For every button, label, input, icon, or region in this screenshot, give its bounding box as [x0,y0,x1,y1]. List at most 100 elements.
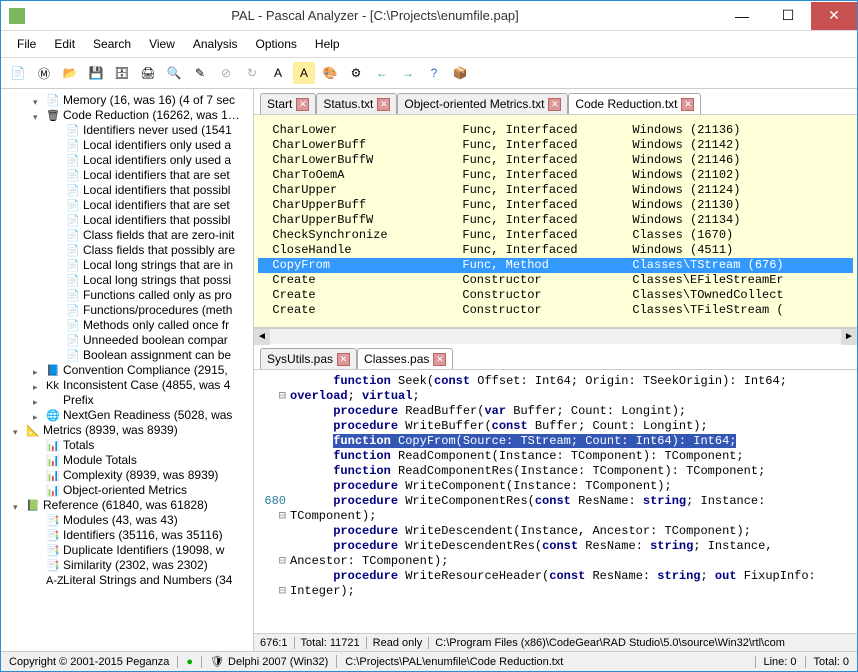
tree-item[interactable]: 📄Local identifiers that possibl [3,183,251,198]
tree-item[interactable]: ▸Prefix [3,393,251,408]
tree-item[interactable]: 📄Local identifiers only used a [3,153,251,168]
report-line[interactable]: CharUpperBuffWFunc, InterfacedWindows (2… [258,213,853,228]
app-icon [9,8,25,24]
tree-item[interactable]: 📄Boolean assignment can be [3,348,251,363]
tree-item[interactable]: ▾📄Memory (16, was 16) (4 of 7 sec [3,93,251,108]
saveall-icon[interactable]: 🗄 [111,62,133,84]
report-line[interactable]: CreateConstructorClasses\TOwnedCollect [258,288,853,303]
tab-close-icon[interactable]: ✕ [681,98,694,111]
tab-close-icon[interactable]: ✕ [296,98,309,111]
status-line: Line: 0 [756,656,806,668]
report-line[interactable]: CreateConstructorClasses\EFileStreamEr [258,273,853,288]
tree-item[interactable]: 📄Functions called only as pro [3,288,251,303]
new-icon[interactable]: 📄 [7,62,29,84]
tab-close-icon[interactable]: ✕ [433,353,446,366]
print-icon[interactable]: 🖨 [137,62,159,84]
status-copyright: Copyright © 2001-2015 Peganza [1,656,178,668]
menu-search[interactable]: Search [85,35,139,53]
scroll-right-icon[interactable]: ► [841,329,857,345]
report-tab[interactable]: Code Reduction.txt✕ [568,93,701,114]
tree-item[interactable]: ▾📐Metrics (8939, was 8939) [3,423,251,438]
tree-item[interactable]: 📄Identifiers never used (1541 [3,123,251,138]
report-tab[interactable]: Start✕ [260,93,316,114]
report-line[interactable]: CharLowerBuffWFunc, InterfacedWindows (2… [258,153,853,168]
window-title: PAL - Pascal Analyzer - [C:\Projects\enu… [31,8,719,23]
menu-file[interactable]: File [9,35,44,53]
forward-icon[interactable]: → [397,62,419,84]
tree-item[interactable]: 📑Modules (43, was 43) [3,513,251,528]
tree-item[interactable]: 📄Unneeded boolean compar [3,333,251,348]
tree-item[interactable]: 📄Class fields that possibly are [3,243,251,258]
tree-item[interactable]: 📊Complexity (8939, was 8939) [3,468,251,483]
hscrollbar[interactable]: ◄ ► [254,328,857,344]
menu-edit[interactable]: Edit [46,35,83,53]
report-line[interactable]: CharLowerFunc, InterfacedWindows (21136) [258,123,853,138]
search-icon[interactable]: 🔍 [163,62,185,84]
tree-item[interactable]: 📄Local identifiers that possibl [3,213,251,228]
save-icon[interactable]: 💾 [85,62,107,84]
open-icon[interactable]: 📂 [59,62,81,84]
status-total: Total: 0 [806,656,857,668]
wand-icon[interactable]: ✎ [189,62,211,84]
tree-item[interactable]: 📄Methods only called once fr [3,318,251,333]
source-tab[interactable]: Classes.pas✕ [357,348,453,369]
report-view[interactable]: CharLowerFunc, InterfacedWindows (21136)… [254,115,857,328]
menu-analysis[interactable]: Analysis [185,35,246,53]
tree-item[interactable]: ▾🗑Code Reduction (16262, was 1… [3,108,251,123]
tree-item[interactable]: 📄Local long strings that possi [3,273,251,288]
tab-close-icon[interactable]: ✕ [377,98,390,111]
status-led: ● [178,656,202,668]
back-icon[interactable]: ← [371,62,393,84]
tree-item[interactable]: ▸📘Convention Compliance (2915, [3,363,251,378]
tab-close-icon[interactable]: ✕ [337,353,350,366]
tree-item[interactable]: 📊Totals [3,438,251,453]
minimize-button[interactable]: — [719,2,765,30]
source-tab[interactable]: SysUtils.pas✕ [260,348,357,369]
tree-item[interactable]: A-ZLiteral Strings and Numbers (34 [3,573,251,588]
close-button[interactable]: ✕ [811,2,857,30]
tree-item[interactable]: 📄Local identifiers only used a [3,138,251,153]
tree-item[interactable]: 📄Local identifiers that are set [3,168,251,183]
report-tab[interactable]: Object-oriented Metrics.txt✕ [397,93,568,114]
tree-panel[interactable]: ▾📄Memory (16, was 16) (4 of 7 sec▾🗑Code … [1,89,254,651]
source-view[interactable]: function Seek(const Offset: Int64; Origi… [254,370,857,633]
box-icon[interactable]: 📦 [449,62,471,84]
highlight-icon[interactable]: A [293,62,315,84]
titlebar: PAL - Pascal Analyzer - [C:\Projects\enu… [1,1,857,31]
tree-item[interactable]: 📄Local identifiers that are set [3,198,251,213]
tab-close-icon[interactable]: ✕ [548,98,561,111]
report-line[interactable]: CharLowerBuffFunc, InterfacedWindows (21… [258,138,853,153]
tree-item[interactable]: 📑Similarity (2302, was 2302) [3,558,251,573]
tree-item[interactable]: ▸KkInconsistent Case (4855, was 4 [3,378,251,393]
tree-item[interactable]: 📄Functions/procedures (meth [3,303,251,318]
scroll-left-icon[interactable]: ◄ [254,329,270,345]
menu-options[interactable]: Options [248,35,305,53]
refresh-icon[interactable]: ↻ [241,62,263,84]
gear-icon[interactable]: ⚙ [345,62,367,84]
stop-icon[interactable]: ⊘ [215,62,237,84]
menu-help[interactable]: Help [307,35,348,53]
tree-item[interactable]: 📊Module Totals [3,453,251,468]
report-tabs: Start✕Status.txt✕Object-oriented Metrics… [254,89,857,115]
report-line[interactable]: CheckSynchronizeFunc, InterfacedClasses … [258,228,853,243]
report-line[interactable]: CloseHandleFunc, InterfacedWindows (4511… [258,243,853,258]
tree-item[interactable]: ▸🌐NextGen Readiness (5028, was [3,408,251,423]
report-line[interactable]: CreateConstructorClasses\TFileStream ( [258,303,853,318]
font-icon[interactable]: A [267,62,289,84]
report-line[interactable]: CharUpperBuffFunc, InterfacedWindows (21… [258,198,853,213]
tree-item[interactable]: 📑Duplicate Identifiers (19098, w [3,543,251,558]
report-line[interactable]: CharToOemAFunc, InterfacedWindows (21102… [258,168,853,183]
report-line[interactable]: CharUpperFunc, InterfacedWindows (21124) [258,183,853,198]
menu-view[interactable]: View [141,35,183,53]
report-line[interactable]: CopyFromFunc, MethodClasses\TStream (676… [258,258,853,273]
report-tab[interactable]: Status.txt✕ [316,93,397,114]
tree-item[interactable]: 📑Identifiers (35116, was 35116) [3,528,251,543]
maximize-button[interactable]: ☐ [765,2,811,30]
tree-item[interactable]: ▾📗Reference (61840, was 61828) [3,498,251,513]
help-icon[interactable]: ? [423,62,445,84]
palette-icon[interactable]: 🎨 [319,62,341,84]
tree-item[interactable]: 📄Local long strings that are in [3,258,251,273]
tree-item[interactable]: 📊Object-oriented Metrics [3,483,251,498]
module-icon[interactable]: Ⓜ [33,62,55,84]
tree-item[interactable]: 📄Class fields that are zero-init [3,228,251,243]
